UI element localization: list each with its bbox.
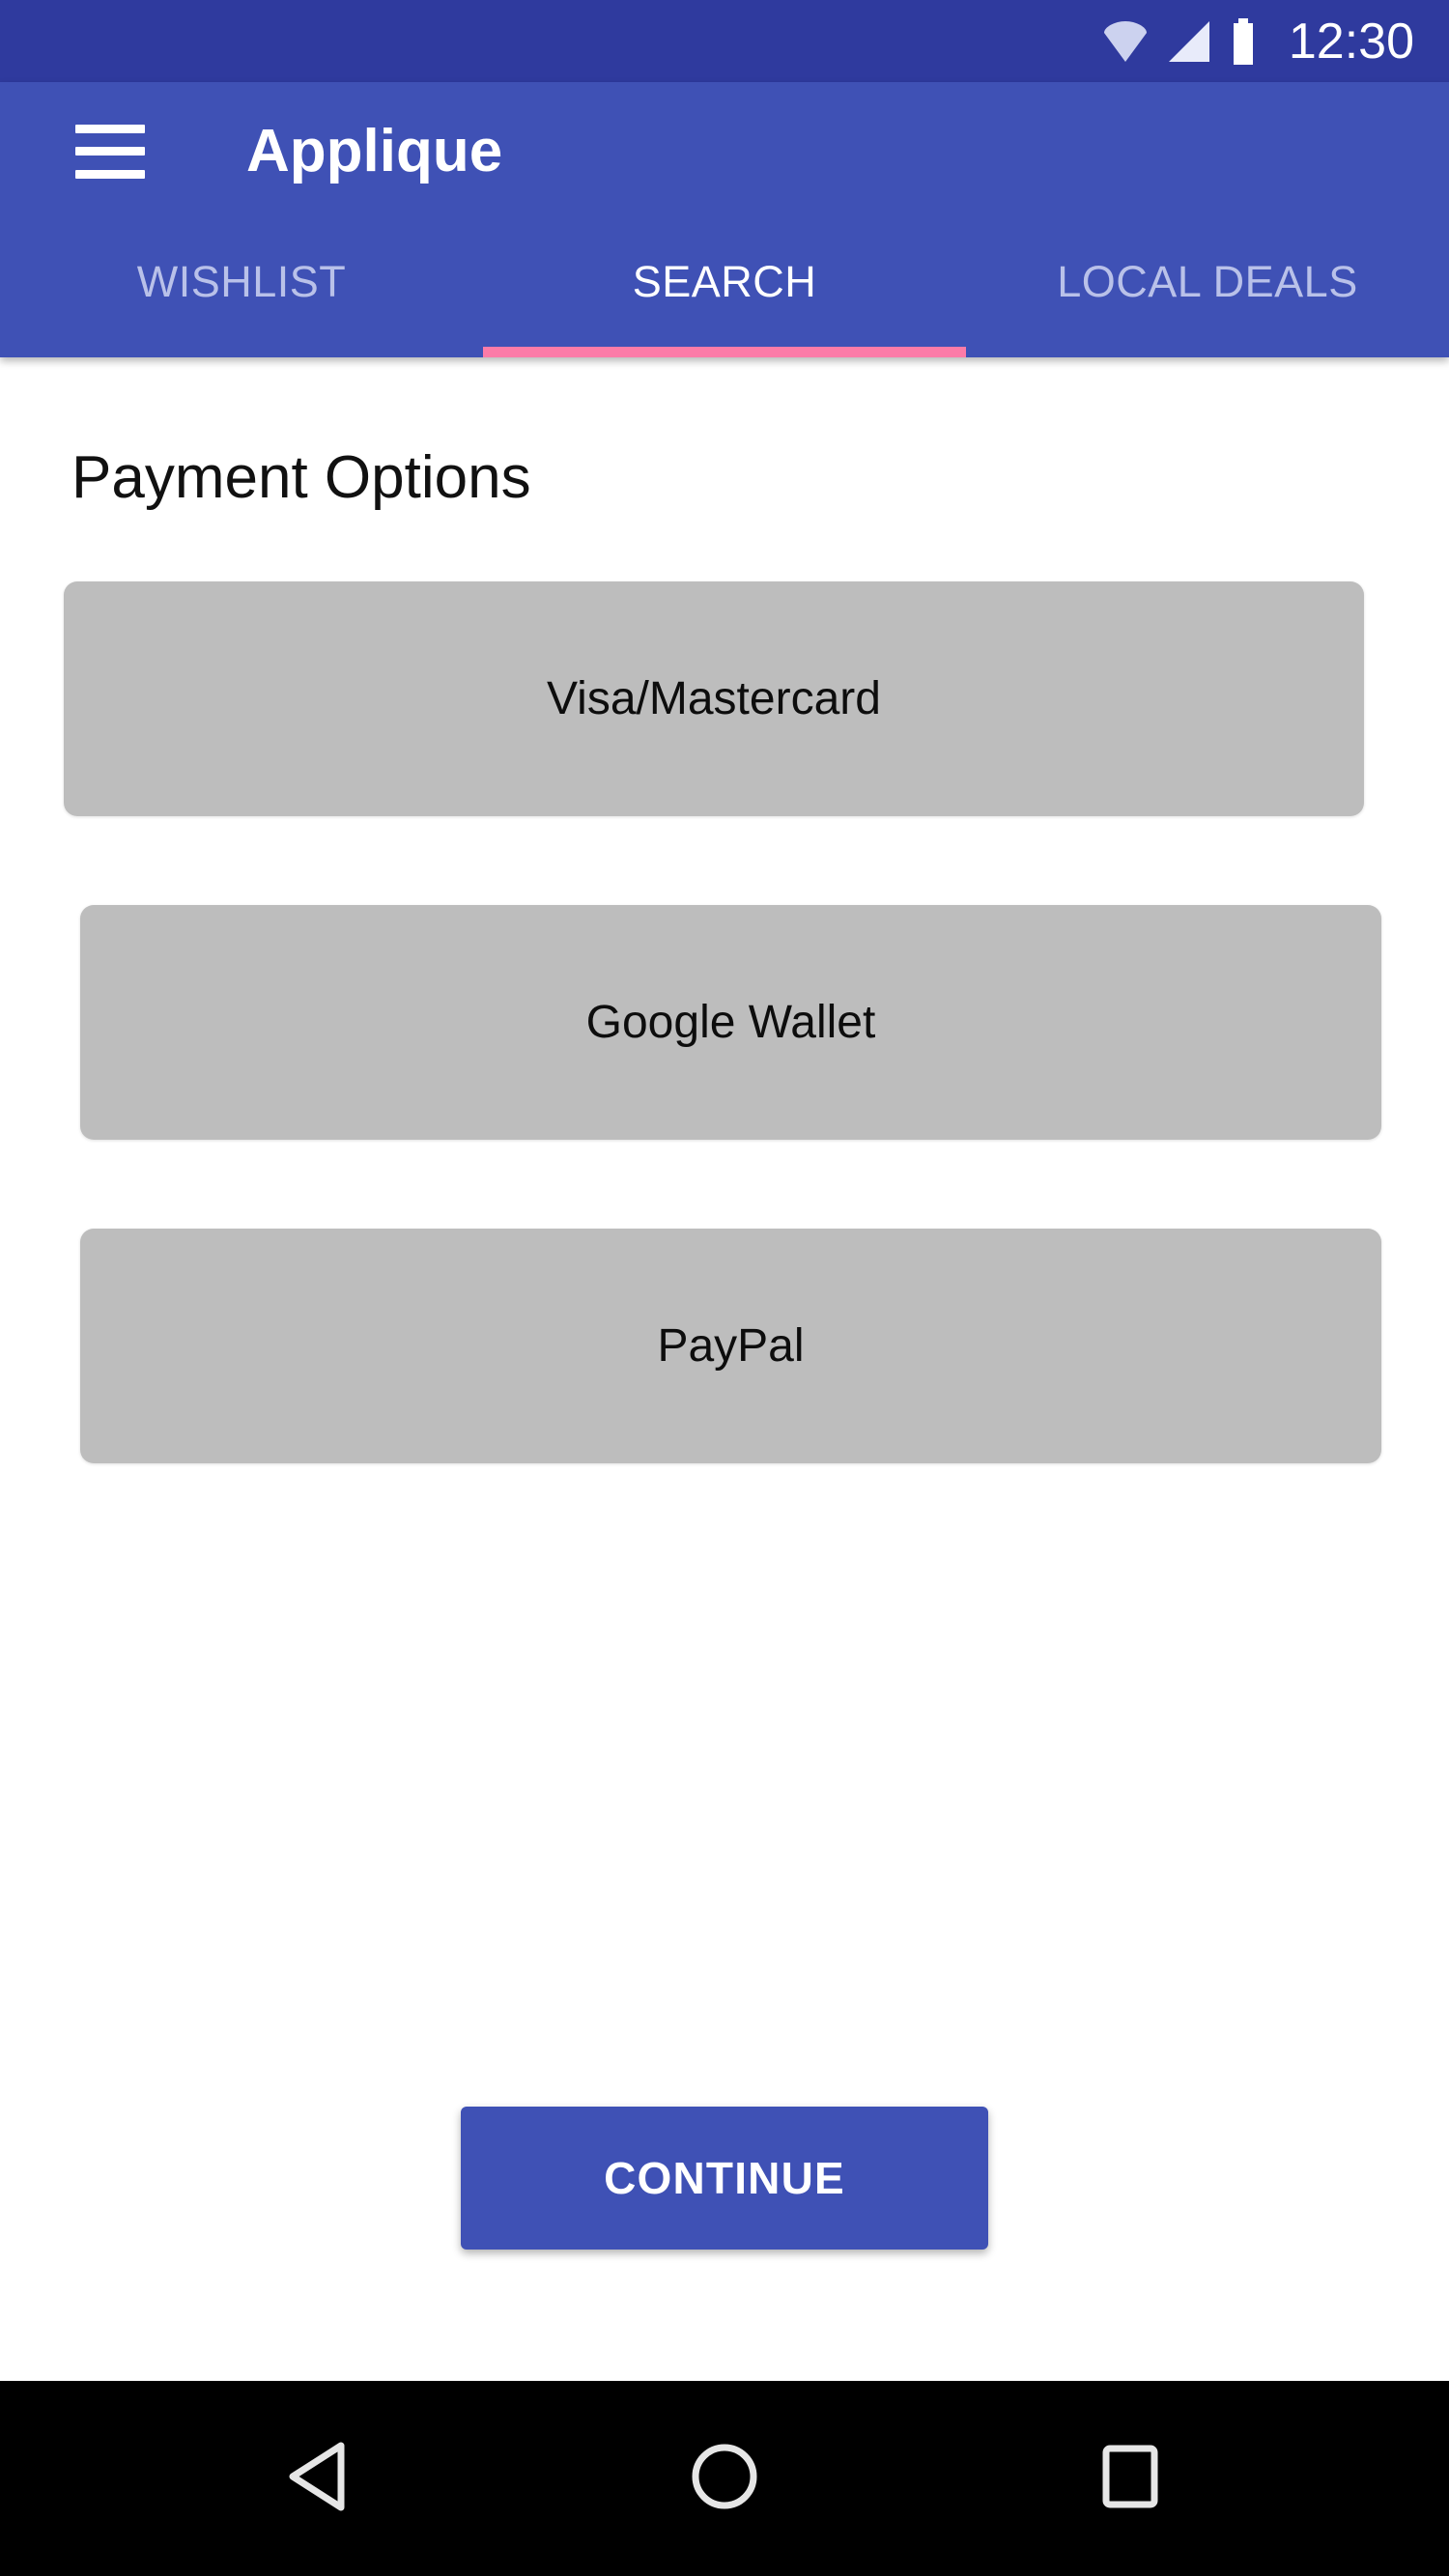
status-time: 12:30 (1288, 13, 1414, 70)
payment-option-google-wallet[interactable]: Google Wallet (80, 905, 1381, 1140)
recents-button[interactable] (1058, 2406, 1203, 2551)
home-button[interactable] (652, 2406, 797, 2551)
signal-icon (1167, 20, 1211, 63)
tab-active-indicator (483, 347, 966, 357)
tab-wishlist-label: WISHLIST (136, 257, 347, 306)
hamburger-bar-2 (75, 147, 145, 156)
tab-search[interactable]: SEARCH (483, 220, 966, 357)
payment-option-visa-mastercard[interactable]: Visa/Mastercard (64, 581, 1364, 816)
page-title: Payment Options (71, 444, 531, 511)
payment-option-paypal[interactable]: PayPal (80, 1229, 1381, 1463)
app-bar: Applique WISHLIST SEARCH LOCAL DEALS (0, 82, 1449, 357)
back-triangle-icon (285, 2441, 353, 2517)
app-title: Applique (246, 117, 503, 184)
hamburger-bar-1 (75, 124, 145, 133)
continue-button[interactable]: CONTINUE (461, 2107, 988, 2250)
hamburger-menu-icon[interactable] (75, 124, 145, 179)
back-button[interactable] (246, 2406, 391, 2551)
status-bar: 12:30 (0, 0, 1449, 82)
main-content: Payment Options Visa/Mastercard Google W… (0, 357, 1449, 2381)
payment-options-list: Visa/Mastercard Google Wallet PayPal (0, 581, 1449, 1463)
phone-screen: 12:30 Applique WISHLIST SEARCH LOCAL DEA… (0, 0, 1449, 2576)
tab-wishlist[interactable]: WISHLIST (0, 220, 483, 357)
continue-button-row: CONTINUE (0, 2107, 1449, 2250)
system-navigation-bar (0, 2381, 1449, 2576)
app-bar-top-row: Applique (0, 82, 1449, 220)
tab-local-deals-label: LOCAL DEALS (1057, 257, 1358, 306)
recents-square-icon (1096, 2443, 1164, 2515)
tab-search-label: SEARCH (632, 257, 817, 306)
battery-icon (1231, 17, 1256, 65)
hamburger-bar-3 (75, 169, 145, 179)
home-circle-icon (689, 2441, 760, 2517)
wifi-icon (1103, 20, 1148, 63)
tab-bar: WISHLIST SEARCH LOCAL DEALS (0, 220, 1449, 357)
tab-local-deals[interactable]: LOCAL DEALS (966, 220, 1449, 357)
status-icon-group: 12:30 (1103, 16, 1414, 67)
